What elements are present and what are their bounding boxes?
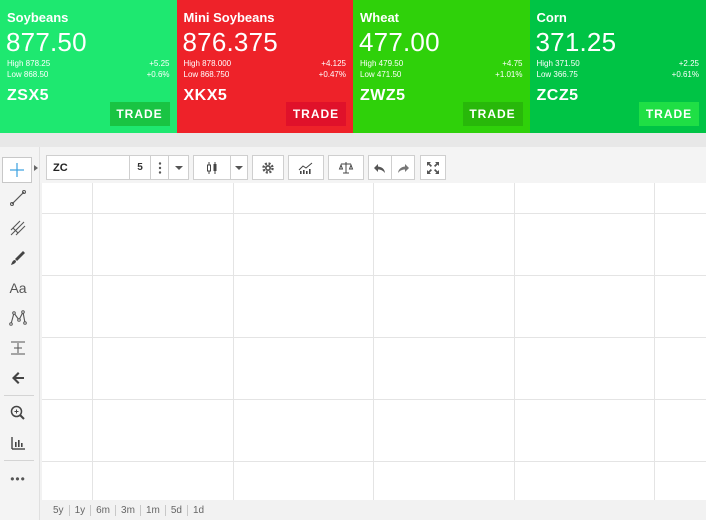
card-price: 477.00	[359, 27, 440, 57]
card-change: +4.125	[321, 59, 346, 68]
range-5d[interactable]: 5d	[166, 504, 188, 516]
chevron-down-icon[interactable]	[169, 155, 189, 180]
card-change: +2.25	[678, 59, 699, 68]
card-low: Low 366.75	[536, 70, 578, 79]
more-icon[interactable]: •••	[3, 466, 33, 492]
fork-icon[interactable]	[3, 215, 33, 241]
card-symbol: ZCZ5	[536, 87, 579, 104]
drawing-toolbar: Aa •••	[0, 147, 40, 520]
chevron-down-icon[interactable]	[230, 155, 248, 180]
ruler-icon[interactable]	[3, 430, 33, 456]
trade-button[interactable]: TRADE	[639, 102, 699, 126]
card-price: 877.50	[6, 27, 87, 57]
card-change-pct: +0.47%	[318, 70, 346, 79]
card-change: +5.25	[149, 59, 170, 68]
card-name: Wheat	[360, 10, 399, 25]
card-change-pct: +1.01%	[495, 70, 523, 79]
fullscreen-icon[interactable]	[420, 155, 446, 180]
chart-plot-area[interactable]	[42, 183, 706, 500]
compare-icon[interactable]	[328, 155, 364, 180]
quote-card-wheat: Wheat 477.00 High 479.50 +4.75 Low 471.50…	[353, 0, 530, 133]
card-low: Low 471.50	[360, 70, 402, 79]
card-change-pct: +0.6%	[146, 70, 170, 79]
range-1m[interactable]: 1m	[141, 504, 166, 516]
measure-icon[interactable]	[3, 335, 33, 361]
toolbar-separator	[4, 395, 34, 396]
symbol-input[interactable]	[46, 155, 130, 180]
card-name: Mini Soybeans	[183, 10, 275, 25]
quote-card-soybeans: Soybeans 877.50 High 878.25 +5.25 Low 868…	[0, 0, 177, 133]
range-1d[interactable]: 1d	[188, 505, 209, 516]
more-vertical-icon[interactable]	[151, 155, 169, 180]
card-name: Soybeans	[7, 10, 69, 25]
pattern-icon[interactable]	[3, 305, 33, 331]
trend-line-icon[interactable]	[3, 185, 33, 211]
chevron-right-icon[interactable]	[34, 165, 38, 171]
card-name: Corn	[536, 10, 567, 25]
card-change: +4.75	[502, 59, 523, 68]
card-price: 371.25	[535, 27, 617, 57]
gear-icon[interactable]	[252, 155, 284, 180]
text-icon[interactable]: Aa	[3, 275, 33, 301]
undo-icon[interactable]	[368, 155, 392, 180]
quote-card-corn: Corn 371.25 High 371.50 +2.25 Low 366.75 +…	[529, 0, 706, 133]
card-high: High 371.50	[536, 59, 580, 68]
card-symbol: ZWZ5	[360, 87, 406, 104]
card-symbol: ZSX5	[7, 87, 50, 104]
card-high: High 878.000	[183, 59, 232, 68]
card-change-pct: +0.61%	[671, 70, 699, 79]
range-6m[interactable]: 6m	[91, 504, 117, 516]
range-3m[interactable]: 3m	[116, 504, 141, 516]
trade-button[interactable]: TRADE	[462, 102, 523, 126]
arrow-left-icon[interactable]	[3, 365, 33, 391]
toolbar-separator	[4, 460, 34, 461]
zoom-icon[interactable]	[3, 400, 33, 426]
range-1y[interactable]: 1y	[70, 504, 92, 516]
card-price: 876.375	[182, 27, 278, 57]
brush-icon[interactable]	[3, 245, 33, 271]
chart-grid	[42, 183, 706, 500]
chart-widget: Aa ••• 5	[0, 147, 706, 520]
range-5y[interactable]: 5y	[48, 504, 70, 516]
chart-toolbar: 5	[40, 147, 706, 183]
card-symbol: XKX5	[183, 87, 228, 104]
quote-cards: Soybeans 877.50 High 878.25 +5.25 Low 868…	[0, 0, 706, 133]
card-high: High 479.50	[360, 59, 404, 68]
card-high: High 878.25	[7, 59, 51, 68]
trade-button[interactable]: TRADE	[109, 102, 170, 126]
range-selector: 5y 1y 6m 3m 1m 5d 1d	[42, 500, 706, 520]
trade-button[interactable]: TRADE	[286, 102, 346, 126]
section-divider	[0, 133, 706, 147]
interval-selector[interactable]: 5	[129, 155, 151, 180]
crosshair-icon[interactable]	[2, 157, 32, 183]
quote-card-mini-soybeans: Mini Soybeans 876.375 High 878.000 +4.125…	[176, 0, 353, 133]
candlestick-icon[interactable]	[193, 155, 231, 180]
card-low: Low 868.50	[7, 70, 49, 79]
card-low: Low 868.750	[183, 70, 230, 79]
indicators-icon[interactable]	[288, 155, 324, 180]
redo-icon[interactable]	[391, 155, 415, 180]
